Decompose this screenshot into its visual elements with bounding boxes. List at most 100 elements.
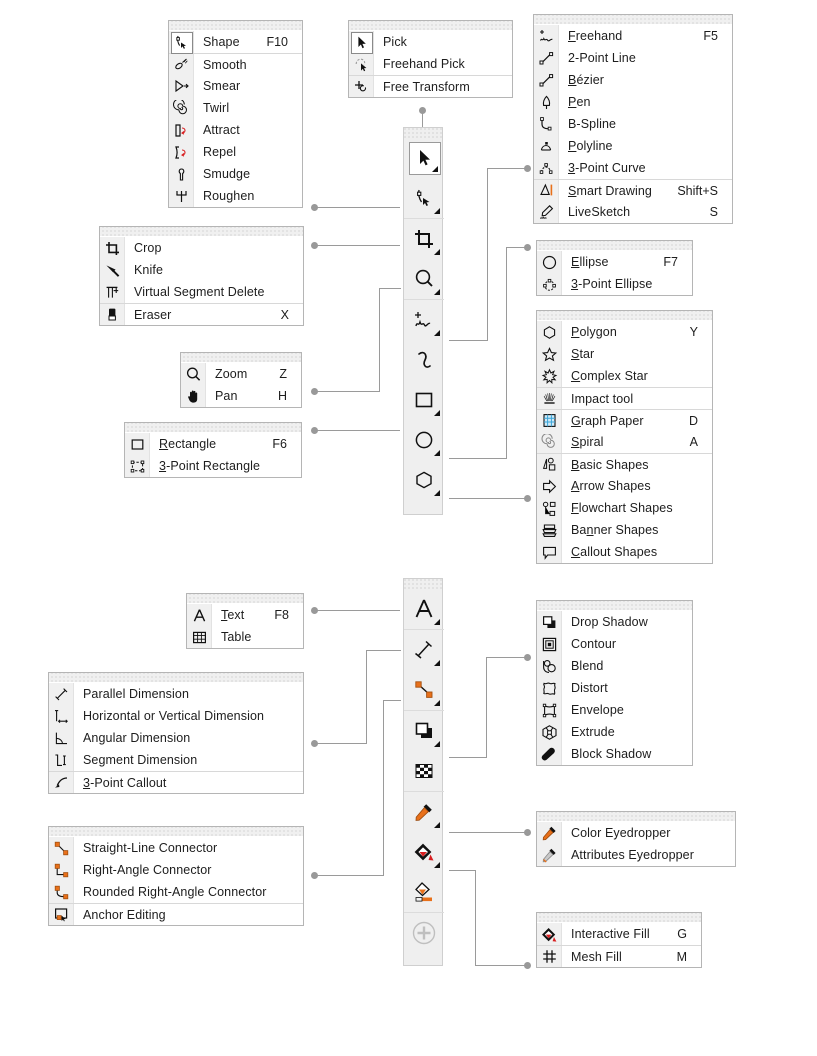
menu-item-2-point-line[interactable]: 2-Point Line	[534, 47, 732, 69]
menu-item-table[interactable]: Table	[187, 626, 303, 648]
panel-fill[interactable]: Interactive Fill G Mesh Fill M	[536, 912, 702, 968]
menu-item-polyline[interactable]: Polyline	[534, 135, 732, 157]
menu-item-pick[interactable]: Pick	[349, 31, 512, 54]
panel-rectangle[interactable]: Rectangle F6 3-Point Rectangle	[124, 422, 302, 478]
panel-pick[interactable]: Pick Freehand Pick Free Transform	[348, 20, 513, 98]
panel-dimension[interactable]: Parallel Dimension Horizontal or Vertica…	[48, 672, 304, 794]
menu-item-livesketch[interactable]: LiveSketch S	[534, 201, 732, 223]
tool-shape[interactable]	[404, 178, 444, 218]
menu-item-impact-tool[interactable]: Impact tool	[537, 387, 712, 409]
menu-item-callout-shapes[interactable]: Callout Shapes	[537, 541, 712, 563]
tool-pick[interactable]	[404, 138, 444, 178]
panel-grip[interactable]	[537, 812, 735, 822]
tool-dimension[interactable]	[404, 629, 444, 670]
menu-item-right-angle-connector[interactable]: Right-Angle Connector	[49, 859, 303, 881]
tool-eyedropper[interactable]	[404, 791, 444, 832]
tool-smart-fill[interactable]	[404, 872, 444, 912]
panel-grip[interactable]	[49, 673, 303, 683]
panel-zoom[interactable]: Zoom Z Pan H	[180, 352, 302, 408]
menu-item-color-eyedropper[interactable]: Color Eyedropper	[537, 822, 735, 844]
menu-item-3-point-ellipse[interactable]: 3-Point Ellipse	[537, 273, 692, 295]
tool-artistic-media[interactable]	[404, 340, 444, 380]
menu-item-text[interactable]: Text F8	[187, 604, 303, 626]
menu-item-eraser[interactable]: Eraser X	[100, 303, 303, 325]
tool-interactive-fill[interactable]	[404, 832, 444, 872]
menu-item-smudge[interactable]: Smudge	[169, 163, 302, 185]
menu-item-distort[interactable]: Distort	[537, 677, 692, 699]
menu-item-freehand-pick[interactable]: Freehand Pick	[349, 53, 512, 75]
menu-item-knife[interactable]: Knife	[100, 259, 303, 281]
menu-item-smear[interactable]: Smear	[169, 75, 302, 97]
menu-item-attract[interactable]: Attract	[169, 119, 302, 141]
menu-item-extrude[interactable]: Extrude	[537, 721, 692, 743]
menu-item-block-shadow[interactable]: Block Shadow	[537, 743, 692, 765]
menu-item-3-point-rectangle[interactable]: 3-Point Rectangle	[125, 455, 301, 477]
menu-item-spiral[interactable]: Spiral A	[537, 431, 712, 453]
menu-item-zoom[interactable]: Zoom Z	[181, 363, 301, 385]
panel-curve[interactable]: Freehand F5 2-Point Line Bézier Pen B-Sp…	[533, 14, 733, 224]
menu-item-attributes-eyedropper[interactable]: Attributes Eyedropper	[537, 844, 735, 866]
menu-item-freehand[interactable]: Freehand F5	[534, 25, 732, 47]
panel-grip[interactable]	[187, 594, 303, 604]
menu-item-segment-dimension[interactable]: Segment Dimension	[49, 749, 303, 771]
menu-item-anchor-editing[interactable]: Anchor Editing	[49, 903, 303, 925]
menu-item-parallel-dimension[interactable]: Parallel Dimension	[49, 683, 303, 705]
menu-item-repel[interactable]: Repel	[169, 141, 302, 163]
menu-item-complex-star[interactable]: Complex Star	[537, 365, 712, 387]
menu-item-straight-line-connector[interactable]: Straight-Line Connector	[49, 837, 303, 859]
menu-item-twirl[interactable]: Twirl	[169, 97, 302, 119]
panel-grip[interactable]	[537, 601, 692, 611]
panel-grip[interactable]	[537, 241, 692, 251]
menu-item-3-point-callout[interactable]: 3-Point Callout	[49, 771, 303, 793]
panel-grip[interactable]	[349, 21, 512, 31]
menu-item-star[interactable]: Star	[537, 343, 712, 365]
panel-polygon[interactable]: Polygon Y Star Complex Star Impact tool	[536, 310, 713, 564]
menu-item-arrow-shapes[interactable]: Arrow Shapes	[537, 475, 712, 497]
panel-grip[interactable]	[100, 227, 303, 237]
panel-grip[interactable]	[537, 311, 712, 321]
menu-item-shape[interactable]: Shape F10	[169, 31, 302, 54]
toolbar-grip-lower[interactable]	[404, 579, 442, 589]
tool-zoom[interactable]	[404, 259, 444, 299]
tool-text[interactable]	[404, 589, 444, 629]
menu-item-pan[interactable]: Pan H	[181, 385, 301, 407]
panel-ellipse[interactable]: Ellipse F7 3-Point Ellipse	[536, 240, 693, 296]
menu-item-blend[interactable]: Blend	[537, 655, 692, 677]
menu-item-basic-shapes[interactable]: Basic Shapes	[537, 453, 712, 475]
panel-grip[interactable]	[49, 827, 303, 837]
panel-shape[interactable]: Shape F10 Smooth Smear Twirl Attract Rep…	[168, 20, 303, 208]
menu-item-graph-paper[interactable]: Graph Paper D	[537, 409, 712, 431]
menu-item-interactive-fill[interactable]: Interactive Fill G	[537, 923, 701, 945]
panel-grip[interactable]	[125, 423, 301, 433]
menu-item-free-transform[interactable]: Free Transform	[349, 75, 512, 97]
menu-item-ellipse[interactable]: Ellipse F7	[537, 251, 692, 273]
menu-item-virtual-segment-delete[interactable]: Virtual Segment Delete	[100, 281, 303, 303]
menu-item-envelope[interactable]: Envelope	[537, 699, 692, 721]
menu-item-angular-dimension[interactable]: Angular Dimension	[49, 727, 303, 749]
panel-grip[interactable]	[181, 353, 301, 363]
lower-toolbox[interactable]	[403, 578, 444, 966]
panel-grip[interactable]	[169, 21, 302, 31]
panel-crop[interactable]: Crop Knife Virtual Segment Delete Eraser…	[99, 226, 304, 326]
menu-item-flowchart-shapes[interactable]: Flowchart Shapes	[537, 497, 712, 519]
menu-item-banner-shapes[interactable]: Banner Shapes	[537, 519, 712, 541]
menu-item-b-spline[interactable]: B-Spline	[534, 113, 732, 135]
panel-connector[interactable]: Straight-Line Connector Right-Angle Conn…	[48, 826, 304, 926]
tool-polygon[interactable]	[404, 460, 444, 500]
panel-grip[interactable]	[537, 913, 701, 923]
menu-item-roughen[interactable]: Roughen	[169, 185, 302, 207]
upper-toolbox[interactable]	[403, 127, 444, 515]
menu-item-contour[interactable]: Contour	[537, 633, 692, 655]
menu-item-smooth[interactable]: Smooth	[169, 53, 302, 75]
panel-effects[interactable]: Drop Shadow Contour Blend Distort Envelo…	[536, 600, 693, 766]
tool-effects[interactable]	[404, 710, 444, 751]
tool-connector[interactable]	[404, 670, 444, 710]
tool-freehand[interactable]	[404, 299, 444, 340]
tool-add-button[interactable]	[404, 912, 444, 953]
menu-item-bezier[interactable]: Bézier	[534, 69, 732, 91]
menu-item-rectangle[interactable]: Rectangle F6	[125, 433, 301, 455]
menu-item-mesh-fill[interactable]: Mesh Fill M	[537, 945, 701, 967]
menu-item-polygon[interactable]: Polygon Y	[537, 321, 712, 343]
menu-item-horizontal-vertical-dimension[interactable]: Horizontal or Vertical Dimension	[49, 705, 303, 727]
menu-item-crop[interactable]: Crop	[100, 237, 303, 259]
